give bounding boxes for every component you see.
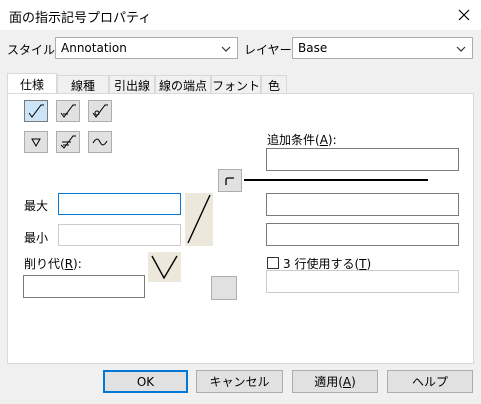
three-line-label-prefix: 3 行使用する( (283, 257, 360, 271)
v-symbol-preview (148, 252, 181, 282)
allowance-input[interactable] (23, 275, 145, 298)
help-button[interactable]: ヘルプ (387, 370, 473, 393)
tab-spec[interactable]: 仕様 (7, 73, 57, 95)
additional-condition-input-2[interactable] (266, 193, 459, 216)
additional-condition-input-3[interactable] (266, 223, 459, 246)
apply-button[interactable]: 適用(A) (292, 370, 378, 393)
symbol-basic-button[interactable] (24, 100, 48, 122)
max-input[interactable] (58, 193, 181, 215)
allowance-label-key: R (64, 257, 74, 271)
apply-label-key: A (342, 374, 352, 389)
leader-corner-icon (225, 176, 234, 185)
surface-lay-icon (60, 135, 76, 149)
layer-label: レイヤー: (244, 43, 296, 57)
triangle-finish-icon (31, 138, 41, 148)
symbol-no-removal-button[interactable] (88, 100, 112, 122)
max-label: 最大 (24, 199, 49, 213)
symbol-wave-button[interactable] (88, 131, 112, 153)
window-title: 面の指示記号プロパティ (9, 11, 152, 26)
allowance-label-suffix: ): (73, 257, 82, 271)
layer-select[interactable]: Base (292, 37, 473, 59)
style-label: スタイル: (7, 43, 60, 57)
layer-value: Base (298, 41, 328, 55)
allowance-label: 削り代(R): (24, 255, 82, 272)
min-input[interactable] (58, 224, 181, 246)
allowance-label-prefix: 削り代( (24, 257, 65, 271)
tab-leader[interactable]: 引出線 (109, 75, 155, 94)
close-icon[interactable] (452, 4, 476, 26)
v-shape-icon (151, 255, 178, 280)
symbol-option-button[interactable] (211, 276, 237, 300)
surface-basic-icon (28, 104, 44, 118)
slash-line-icon (187, 194, 211, 244)
cancel-button[interactable]: キャンセル (196, 370, 283, 393)
tab-line-ends[interactable]: 線の端点 (155, 75, 211, 94)
leader-style-button[interactable] (218, 169, 242, 192)
three-line-label-suffix: ) (366, 257, 372, 271)
additional-condition-label: 追加条件(A): (267, 131, 337, 148)
apply-label-suffix: ) (351, 374, 356, 389)
tab-color[interactable]: 色 (261, 75, 287, 94)
additional-condition-input-1[interactable] (266, 148, 459, 171)
additional-condition-label-prefix: 追加条件( (267, 133, 320, 147)
leader-line-preview (244, 179, 428, 181)
additional-condition-label-suffix: ): (327, 133, 337, 147)
three-line-input[interactable] (266, 270, 459, 293)
ok-button[interactable]: OK (103, 370, 188, 393)
tab-font[interactable]: フォント (211, 75, 261, 94)
chevron-down-icon (456, 43, 466, 57)
wave-icon (92, 138, 108, 146)
additional-condition-label-key: A (319, 133, 328, 147)
surface-removal-icon (60, 104, 76, 118)
style-value: Annotation (61, 41, 127, 55)
roughness-line-preview (185, 193, 213, 246)
min-label: 最小 (24, 231, 49, 245)
style-select[interactable]: Annotation (55, 37, 238, 59)
symbol-removal-button[interactable] (56, 100, 80, 122)
chevron-down-icon (221, 43, 231, 57)
symbol-triangle-button[interactable] (24, 131, 48, 153)
surface-no-removal-icon (92, 104, 108, 118)
three-line-checkbox[interactable] (267, 257, 279, 269)
tab-linetype[interactable]: 線種 (57, 75, 109, 94)
apply-label-prefix: 適用( (314, 375, 343, 389)
symbol-double-triangle-button[interactable] (56, 131, 80, 153)
